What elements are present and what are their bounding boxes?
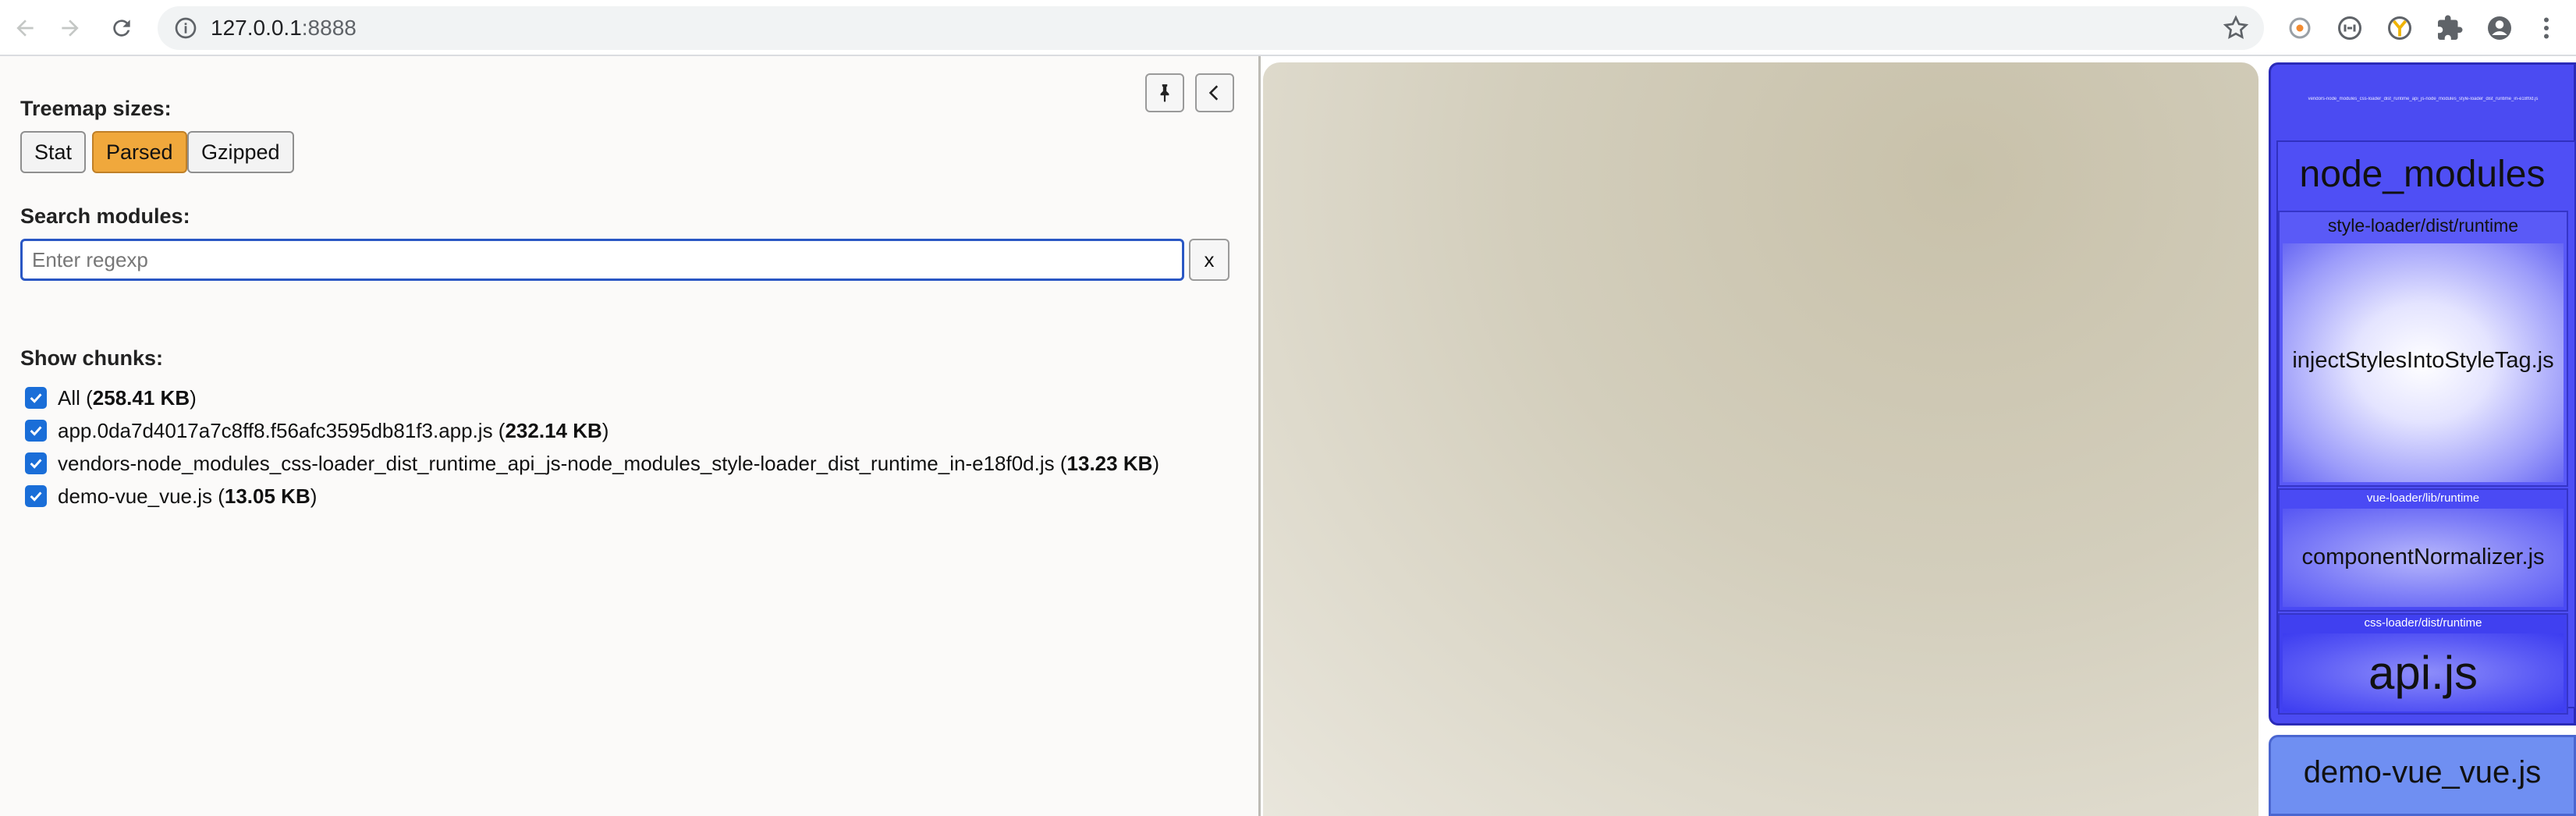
- checkbox-checked[interactable]: [25, 387, 47, 409]
- treemap-demo-label: demo-vue_vue.js: [2303, 755, 2542, 789]
- chunk-size: 13.23 KB: [1066, 451, 1153, 475]
- chunk-row-vendors[interactable]: vendors-node_modules_css-loader_dist_run…: [25, 449, 1159, 477]
- treemap-component-normalizer-label: componentNormalizer.js: [2301, 545, 2545, 569]
- chunk-size: 258.41 KB: [92, 385, 190, 410]
- checkmark-icon: [30, 426, 42, 436]
- reload-icon[interactable]: [105, 11, 139, 45]
- extension-2-icon[interactable]: [2334, 12, 2365, 44]
- chunk-row-all[interactable]: All (258.41 KB): [25, 384, 197, 412]
- browser-menu-icon[interactable]: [2531, 12, 2562, 44]
- treemap-inject-styles-label: injectStylesIntoStyleTag.js: [2292, 348, 2554, 373]
- checkbox-checked[interactable]: [25, 485, 47, 507]
- chunk-row-demo[interactable]: demo-vue_vue.js (13.05 KB): [25, 482, 317, 510]
- checkmark-icon: [30, 459, 42, 469]
- treemap-app-chunk[interactable]: [1263, 62, 2258, 816]
- treemap-vendors-label: vendors-node_modules_css-loader_dist_run…: [2308, 97, 2539, 101]
- forward-icon[interactable]: [53, 11, 87, 45]
- treemap-css-loader-label: css-loader/dist/runtime: [2364, 616, 2482, 630]
- checkmark-icon: [30, 491, 42, 502]
- extension-3-icon[interactable]: [2384, 12, 2415, 44]
- checkbox-checked[interactable]: [25, 452, 47, 474]
- url-text: 127.0.0.1:8888: [211, 16, 357, 40]
- address-bar[interactable]: 127.0.0.1:8888: [158, 6, 2264, 50]
- profile-avatar-icon[interactable]: [2484, 12, 2515, 44]
- chunk-size: 13.05 KB: [224, 484, 310, 508]
- bookmark-star-icon[interactable]: [2222, 14, 2250, 42]
- extension-1-icon[interactable]: [2284, 12, 2315, 44]
- collapse-sidebar-button[interactable]: [1195, 73, 1234, 112]
- chunk-name: All: [58, 385, 80, 410]
- search-modules-label: Search modules:: [20, 204, 190, 228]
- checkbox-checked[interactable]: [25, 420, 47, 442]
- treemap-node-modules-label: node_modules: [2299, 154, 2546, 195]
- checkmark-icon: [30, 393, 42, 403]
- stat-size-button[interactable]: Stat: [20, 131, 87, 173]
- info-icon[interactable]: [173, 16, 198, 41]
- show-chunks-label: Show chunks:: [20, 346, 164, 370]
- treemap-api-label: api.js: [2368, 647, 2478, 699]
- treemap-style-loader-label: style-loader/dist/runtime: [2327, 215, 2519, 236]
- browser-toolbar: 127.0.0.1:8888: [0, 0, 2576, 56]
- chunk-name: demo-vue_vue.js: [58, 484, 212, 508]
- chunk-row-app[interactable]: app.0da7d4017a7c8ff8.f56afc3595db81f3.ap…: [25, 417, 609, 445]
- back-icon[interactable]: [8, 11, 42, 45]
- treemap-vue-loader-label: vue-loader/lib/runtime: [2366, 491, 2480, 505]
- chunk-name: app.0da7d4017a7c8ff8.f56afc3595db81f3.ap…: [58, 418, 493, 442]
- gzipped-size-button[interactable]: Gzipped: [187, 131, 294, 173]
- pin-icon: [1160, 84, 1169, 102]
- clear-search-button[interactable]: x: [1189, 239, 1229, 281]
- chunk-size: 232.14 KB: [505, 418, 602, 442]
- sidebar: Treemap sizes: Stat Parsed Gzipped Searc…: [0, 56, 1261, 816]
- treemap-sizes-label: Treemap sizes:: [20, 97, 172, 120]
- pin-sidebar-button[interactable]: [1145, 73, 1184, 112]
- chevron-left-icon: [1208, 85, 1219, 101]
- parsed-size-button[interactable]: Parsed: [92, 131, 187, 173]
- search-modules-input[interactable]: [20, 239, 1184, 281]
- extensions-puzzle-icon[interactable]: [2434, 12, 2465, 44]
- chunk-name: vendors-node_modules_css-loader_dist_run…: [58, 451, 1055, 475]
